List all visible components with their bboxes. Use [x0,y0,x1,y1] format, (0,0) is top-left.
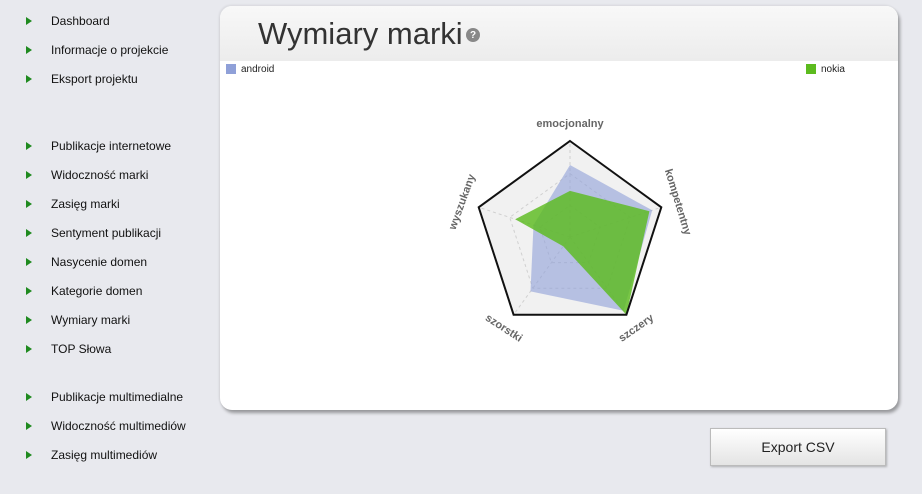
nav-arrow-icon [26,200,32,208]
nav-item-top-words[interactable]: TOP Słowa [26,339,111,359]
nav-item-label: Eksport projektu [51,72,138,86]
nav-item-label: Informacje o projekcie [51,43,169,57]
nav-item-brand-visibility[interactable]: Widoczność marki [26,165,148,185]
nav-item-label: Wymiary marki [51,313,131,327]
sidebar-nav: Dashboard Informacje o projekcie Eksport… [0,0,215,494]
nav-arrow-icon [26,393,32,401]
radar-axis-label-wyszukany: wyszukany [446,172,478,232]
nav-item-internet-publications[interactable]: Publikacje internetowe [26,136,171,156]
nav-item-dashboard[interactable]: Dashboard [26,11,110,31]
nav-item-brand-reach[interactable]: Zasięg marki [26,194,120,214]
nav-item-domain-saturation[interactable]: Nasycenie domen [26,252,147,272]
nav-item-multimedia-reach[interactable]: Zasięg multimediów [26,445,157,465]
nav-item-brand-dimensions[interactable]: Wymiary marki [26,310,130,330]
export-csv-button[interactable]: Export CSV [710,428,886,466]
nav-item-project-info[interactable]: Informacje o projekcie [26,40,168,60]
nav-item-label: Zasięg multimediów [51,448,158,462]
radar-axis-label-szczery: szczery [617,312,657,345]
nav-arrow-icon [26,287,32,295]
nav-arrow-icon [26,451,32,459]
nav-item-domain-categories[interactable]: Kategorie domen [26,281,142,301]
nav-item-project-export[interactable]: Eksport projektu [26,69,138,89]
nav-arrow-icon [26,229,32,237]
radar-chart: emocjonalny kompetentny szczery szorstki wys… [446,118,694,345]
chart-panel: Wymiary marki ? android nokia emocjonaln… [220,6,898,410]
nav-arrow-icon [26,142,32,150]
nav-item-multimedia-visibility[interactable]: Widoczność multimediów [26,416,186,436]
nav-arrow-icon [26,422,32,430]
nav-arrow-icon [26,46,32,54]
nav-item-label: Kategorie domen [51,284,143,298]
nav-item-label: Publikacje multimedialne [51,390,184,404]
radar-axis-label-kompetentny: kompetentny [662,168,694,238]
nav-arrow-icon [26,345,32,353]
nav-arrow-icon [26,258,32,266]
nav-item-label: Widoczność marki [51,168,149,182]
nav-item-multimedia-publications[interactable]: Publikacje multimedialne [26,387,183,407]
radar-axis-label-szorstki: szorstki [483,312,524,345]
nav-item-publication-sentiment[interactable]: Sentyment publikacji [26,223,161,243]
nav-item-label: Zasięg marki [51,197,120,211]
radar-axis-label-emocjonalny: emocjonalny [536,118,604,130]
nav-arrow-icon [26,316,32,324]
nav-arrow-icon [26,171,32,179]
nav-arrow-icon [26,75,32,83]
nav-item-label: Sentyment publikacji [51,226,162,240]
nav-item-label: TOP Słowa [51,342,112,356]
nav-item-label: Publikacje internetowe [51,139,172,153]
nav-item-label: Nasycenie domen [51,255,148,269]
nav-item-label: Dashboard [51,14,110,28]
nav-item-label: Widoczność multimediów [51,419,186,433]
nav-arrow-icon [26,17,32,25]
